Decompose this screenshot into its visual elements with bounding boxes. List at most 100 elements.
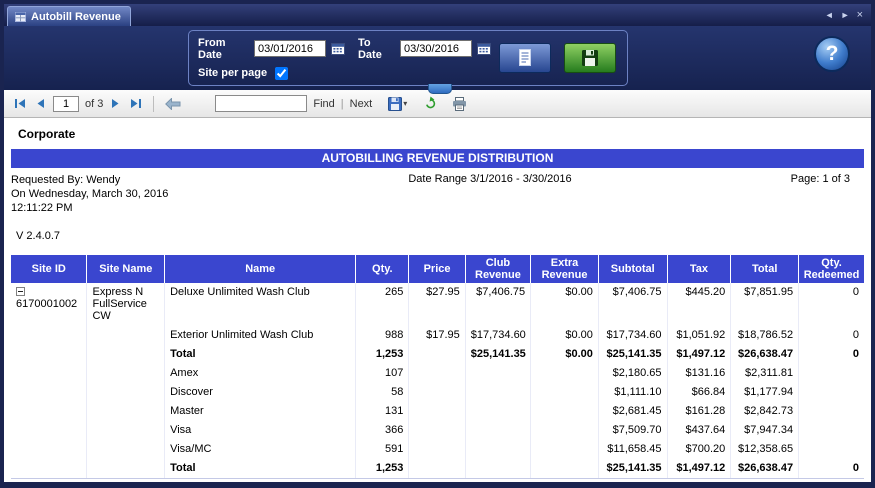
close-tab-icon[interactable]: × [857, 9, 863, 21]
table-cell [87, 364, 165, 383]
revenue-table-wrap: Site IDSite NameNameQty.PriceClub Revenu… [11, 255, 864, 479]
find-next-link[interactable]: Next [350, 98, 373, 110]
table-cell [465, 402, 530, 421]
table-cell: $0.00 [531, 345, 599, 364]
table-cell [799, 421, 864, 440]
tab-title: Autobill Revenue [31, 11, 121, 23]
table-cell [11, 421, 87, 440]
table-header-row: Site IDSite NameNameQty.PriceClub Revenu… [11, 255, 864, 283]
table-cell [465, 459, 530, 479]
filter-buttons [499, 43, 618, 73]
table-cell: $66.84 [667, 383, 731, 402]
column-header: Qty. [356, 255, 409, 283]
table-cell: 6170001002 [11, 283, 87, 326]
table-cell: $2,311.81 [731, 364, 799, 383]
table-cell [799, 402, 864, 421]
date-range-label: Date Range 3/1/2016 - 3/30/2016 [266, 173, 714, 215]
column-header: Tax [667, 255, 731, 283]
next-page-button[interactable] [109, 96, 122, 111]
table-cell: $2,842.73 [731, 402, 799, 421]
table-cell: $7,406.75 [598, 283, 667, 326]
previous-page-button[interactable] [34, 96, 47, 111]
table-cell: 0 [799, 345, 864, 364]
print-button[interactable] [450, 95, 469, 113]
table-cell: $0.00 [531, 326, 599, 345]
table-cell: 107 [356, 364, 409, 383]
table-cell: Visa [165, 421, 356, 440]
help-button[interactable]: ? [814, 36, 850, 72]
site-per-page-checkbox[interactable] [275, 67, 288, 80]
table-cell: $17,734.60 [465, 326, 530, 345]
back-to-parent-report-button[interactable] [163, 96, 183, 112]
table-cell [87, 345, 165, 364]
from-date-input[interactable] [254, 40, 326, 57]
date-filter-group: From Date To Date Site per page [188, 30, 628, 86]
table-cell: 0 [799, 326, 864, 345]
table-cell: $2,681.45 [598, 402, 667, 421]
table-cell: $2,180.65 [598, 364, 667, 383]
table-cell: $1,177.94 [731, 383, 799, 402]
table-cell [799, 440, 864, 459]
table-cell [531, 440, 599, 459]
find-text-input[interactable] [215, 95, 307, 112]
table-cell: $7,947.34 [731, 421, 799, 440]
table-row: Total1,253$25,141.35$1,497.12$26,638.470 [11, 459, 864, 479]
report-document-icon [515, 48, 535, 68]
table-cell: $1,111.10 [598, 383, 667, 402]
export-disk-icon [388, 97, 402, 111]
table-cell [409, 402, 465, 421]
table-body: 6170001002Express N FullService CWDeluxe… [11, 283, 864, 479]
filter-bar: From Date To Date Site per page [4, 26, 871, 90]
find-link[interactable]: Find [313, 98, 334, 110]
run-report-button[interactable] [499, 43, 551, 73]
table-cell [465, 440, 530, 459]
refresh-button[interactable] [421, 94, 440, 113]
table-cell: 265 [356, 283, 409, 326]
table-cell [531, 364, 599, 383]
table-cell: $1,051.92 [667, 326, 731, 345]
parameter-panel-collapse-handle[interactable] [428, 84, 452, 94]
table-cell [531, 383, 599, 402]
page-number-input[interactable] [53, 96, 79, 112]
table-cell: Total [165, 345, 356, 364]
table-cell: $18,786.52 [731, 326, 799, 345]
export-button[interactable]: ▾ [386, 95, 409, 113]
tab-autobill-revenue[interactable]: Autobill Revenue [7, 6, 131, 26]
from-date-calendar-button[interactable] [331, 42, 345, 55]
save-button[interactable] [564, 43, 616, 73]
column-header: Site Name [87, 255, 165, 283]
table-row: 6170001002Express N FullService CWDeluxe… [11, 283, 864, 326]
to-date-calendar-button[interactable] [477, 42, 491, 55]
table-cell: $131.16 [667, 364, 731, 383]
table-row: Total1,253$25,141.35$0.00$25,141.35$1,49… [11, 345, 864, 364]
column-header: Site ID [11, 255, 87, 283]
table-cell: $1,497.12 [667, 459, 731, 479]
scroll-tabs-left-icon[interactable]: ◄ [825, 10, 834, 20]
table-cell [799, 364, 864, 383]
report-grid-icon [15, 12, 26, 22]
table-cell [11, 383, 87, 402]
table-cell: Visa/MC [165, 440, 356, 459]
table-cell: $437.64 [667, 421, 731, 440]
requested-date-label: On Wednesday, March 30, 2016 [11, 187, 266, 201]
to-date-label: To Date [358, 37, 395, 61]
to-date-input[interactable] [400, 40, 472, 57]
table-cell: $7,851.95 [731, 283, 799, 326]
first-page-button[interactable] [12, 96, 28, 111]
collapse-row-icon[interactable] [16, 287, 25, 296]
table-cell: 366 [356, 421, 409, 440]
table-cell [799, 383, 864, 402]
app-window: Autobill Revenue ◄ ► × From Date To Date [0, 0, 875, 488]
table-cell [11, 326, 87, 345]
scroll-tabs-right-icon[interactable]: ► [841, 10, 850, 20]
site-per-page-label: Site per page [198, 67, 267, 79]
table-cell [465, 364, 530, 383]
table-cell: $1,497.12 [667, 345, 731, 364]
table-cell [465, 421, 530, 440]
last-page-button[interactable] [128, 96, 144, 111]
report-meta: Requested By: Wendy On Wednesday, March … [11, 173, 864, 215]
column-header: Name [165, 255, 356, 283]
table-cell [409, 421, 465, 440]
table-row: Exterior Unlimited Wash Club988$17.95$17… [11, 326, 864, 345]
table-cell: Master [165, 402, 356, 421]
